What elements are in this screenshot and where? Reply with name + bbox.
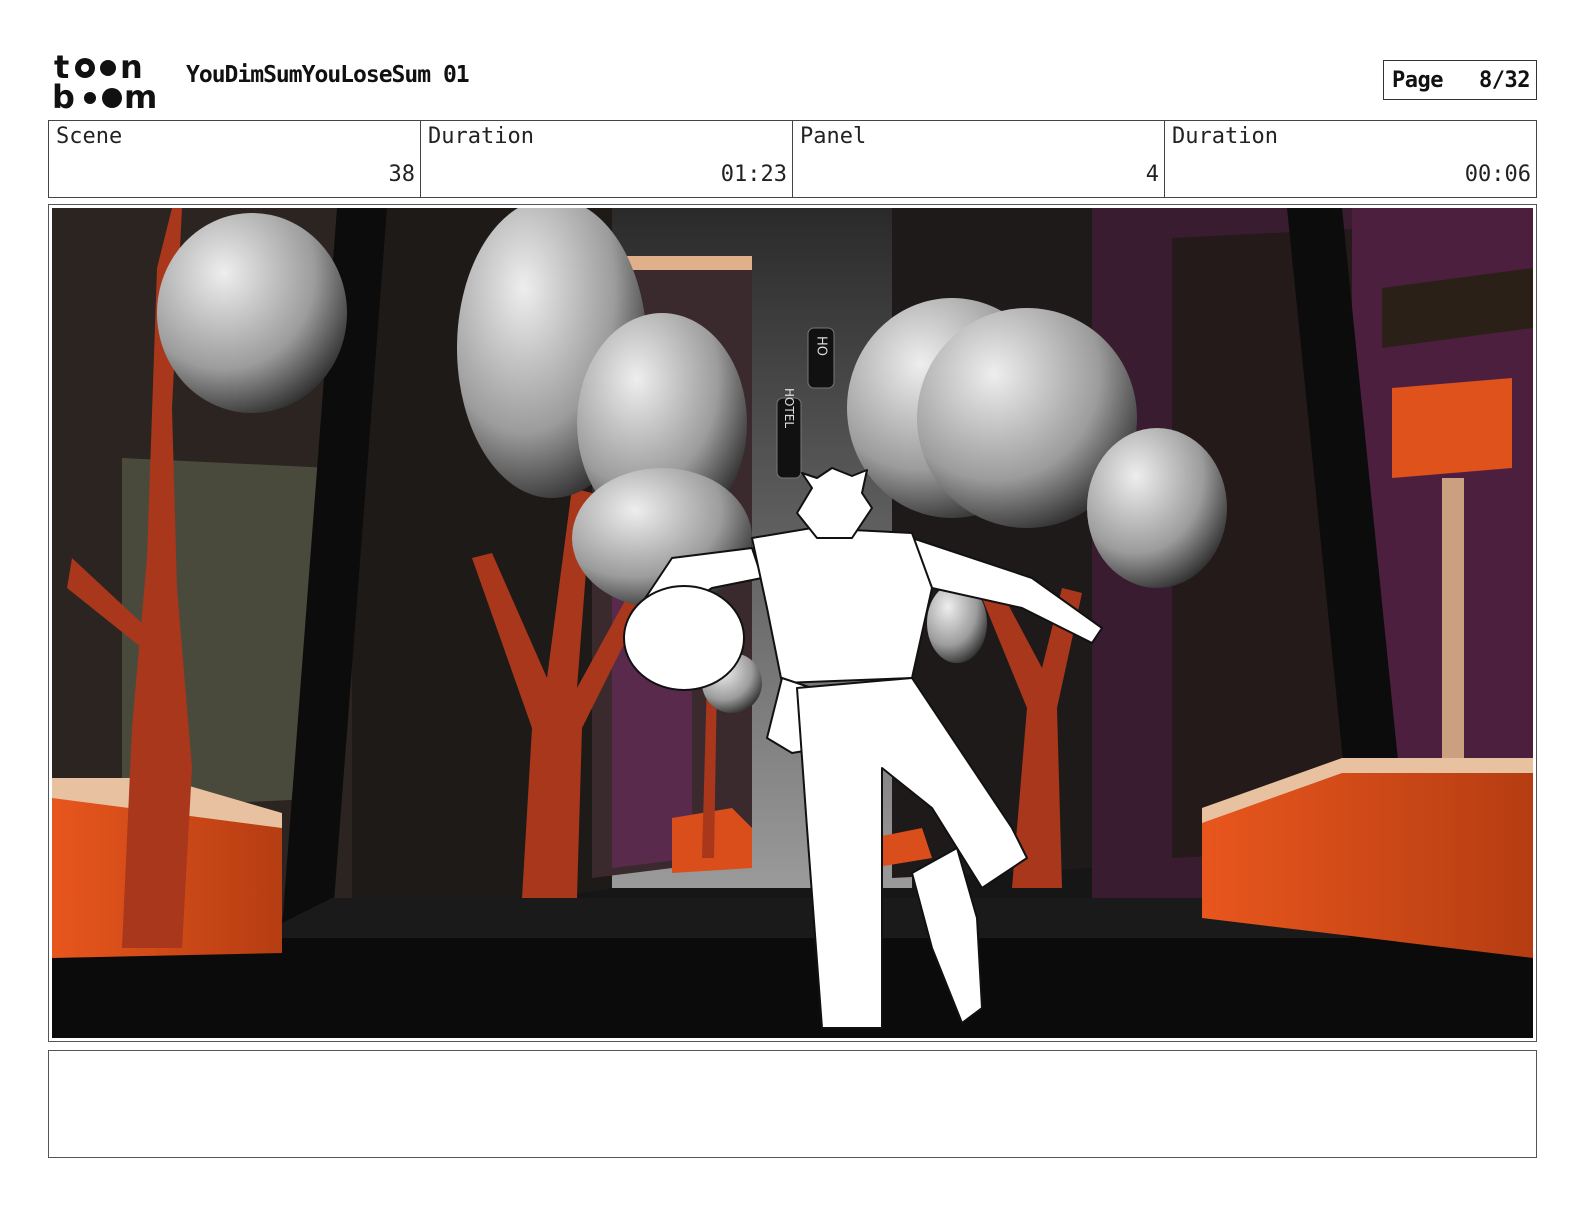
panel-duration-cell: Duration 00:06	[1165, 121, 1536, 197]
svg-text:b: b	[52, 78, 75, 112]
panel-duration-label: Duration	[1172, 124, 1278, 149]
panel-label: Panel	[800, 124, 867, 149]
hotel-sign-small: HO	[807, 327, 835, 389]
scene-duration-label: Duration	[428, 124, 534, 149]
toon-boom-logo: t n b m	[52, 50, 164, 112]
panel-value: 4	[1145, 162, 1159, 187]
page-indicator: Page 8/32	[1383, 60, 1537, 100]
scene-label: Scene	[56, 124, 123, 149]
storyboard-panel-image: HO HOTEL	[52, 208, 1533, 1038]
tree-foliage-right	[1087, 428, 1227, 588]
hotel-sign-large: HOTEL	[776, 388, 802, 479]
scene-info-table: Scene 38 Duration 01:23 Panel 4 Duration…	[48, 120, 1537, 198]
panel-duration-value: 00:06	[1464, 162, 1531, 187]
project-title: YouDimSumYouLoseSum 01	[186, 62, 470, 88]
svg-text:HO: HO	[814, 336, 829, 356]
page-label: Page	[1392, 67, 1443, 93]
panel-notes-box	[48, 1050, 1537, 1158]
scene-duration-cell: Duration 01:23	[421, 121, 793, 197]
panel-cell: Panel 4	[793, 121, 1165, 197]
svg-text:HOTEL: HOTEL	[782, 388, 796, 428]
scene-duration-value: 01:23	[720, 162, 787, 187]
page-number: 8/32	[1479, 67, 1530, 93]
scene-value: 38	[388, 162, 416, 187]
scene-cell: Scene 38	[49, 121, 421, 197]
svg-text:m: m	[124, 78, 157, 112]
tree-foliage-left	[157, 213, 347, 413]
